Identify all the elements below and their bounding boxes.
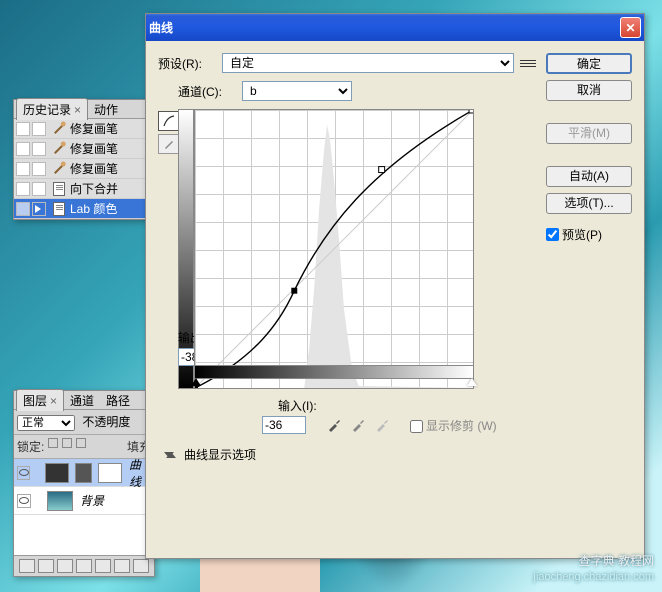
white-point-slider[interactable] — [467, 378, 477, 386]
panel-tabs: 历史记录× 动作 — [14, 100, 154, 119]
lock-pixels-icon[interactable] — [62, 438, 72, 448]
lock-label: 锁定: — [17, 438, 44, 455]
history-item-label: 向下合并 — [70, 180, 118, 197]
new-layer-icon[interactable] — [114, 559, 130, 573]
channel-select[interactable]: b — [242, 81, 352, 101]
preview-checkbox[interactable]: 预览(P) — [546, 226, 632, 243]
curve-tool-button[interactable] — [158, 111, 180, 131]
options-button[interactable]: 选项(T)... — [546, 193, 632, 214]
ok-button[interactable]: 确定 — [546, 53, 632, 74]
watermark: 查字典 教程网 jiaocheng.chazidian.com — [534, 554, 654, 584]
mask-thumb — [98, 463, 122, 483]
healing-brush-icon — [51, 121, 67, 137]
opacity-label: 不透明度 — [82, 415, 130, 429]
tab-channels[interactable]: 通道 — [64, 390, 100, 411]
mask-icon[interactable] — [57, 559, 73, 573]
fx-icon[interactable] — [38, 559, 54, 573]
link-icon[interactable] — [19, 559, 35, 573]
history-item[interactable]: 修复画笔 — [14, 159, 154, 179]
tab-paths[interactable]: 路径 — [100, 390, 136, 411]
history-item[interactable]: 向下合并 — [14, 179, 154, 199]
tab-history[interactable]: 历史记录× — [16, 98, 88, 120]
folder-icon[interactable] — [95, 559, 111, 573]
layer-name: 背景 — [80, 492, 104, 509]
layer-thumb — [47, 491, 73, 511]
curves-dialog: 曲线 ✕ 预设(R): 自定 通道(C): b — [145, 13, 645, 559]
document-icon — [51, 201, 67, 217]
history-item-label: 修复画笔 — [70, 140, 118, 157]
tab-layers[interactable]: 图层× — [16, 389, 64, 411]
history-item-label: Lab 颜色 — [70, 200, 117, 217]
gray-eyedropper-icon[interactable] — [350, 417, 366, 433]
preset-select[interactable]: 自定 — [222, 53, 514, 73]
display-options-toggle[interactable]: 曲线显示选项 — [164, 446, 536, 463]
layers-panel: 图层× 通道 路径 正常 不透明度 锁定: 填充 曲线 背景 — [13, 390, 155, 577]
auto-button[interactable]: 自动(A) — [546, 166, 632, 187]
show-clipping-checkbox[interactable]: 显示修剪 (W) — [410, 417, 497, 434]
adjustment-icon — [45, 463, 69, 483]
smooth-button[interactable]: 平滑(M) — [546, 123, 632, 144]
history-list: 修复画笔 修复画笔 修复画笔 向下合并 Lab 颜色 — [14, 119, 154, 219]
pencil-tool-button[interactable] — [158, 134, 180, 154]
history-panel: 历史记录× 动作 修复画笔 修复画笔 修复画笔 向下合并 Lab 颜色 — [13, 99, 155, 220]
blend-mode-row: 正常 不透明度 — [14, 410, 154, 435]
layer-item[interactable]: 曲线 — [14, 459, 154, 487]
panel-tabs: 图层× 通道 路径 — [14, 391, 154, 410]
adjustment-icon[interactable] — [76, 559, 92, 573]
lock-transparency-icon[interactable] — [48, 438, 58, 448]
curves-chart[interactable] — [194, 109, 474, 389]
trash-icon[interactable] — [133, 559, 149, 573]
black-point-slider[interactable] — [191, 378, 201, 386]
close-button[interactable]: ✕ — [620, 17, 641, 38]
tab-actions[interactable]: 动作 — [88, 99, 124, 120]
input-gradient[interactable] — [194, 365, 474, 379]
history-item[interactable]: 修复画笔 — [14, 139, 154, 159]
close-icon[interactable]: × — [74, 103, 81, 117]
layer-thumb — [75, 463, 92, 483]
history-item[interactable]: Lab 颜色 — [14, 199, 154, 219]
channel-label: 通道(C): — [178, 83, 242, 100]
white-eyedropper-icon[interactable] — [374, 417, 390, 433]
close-icon[interactable]: × — [50, 394, 57, 408]
layer-item[interactable]: 背景 — [14, 487, 154, 515]
history-item[interactable]: 修复画笔 — [14, 119, 154, 139]
history-item-label: 修复画笔 — [70, 160, 118, 177]
input-label: 输入(I): — [278, 397, 317, 414]
input-field[interactable] — [262, 416, 306, 434]
cancel-button[interactable]: 取消 — [546, 80, 632, 101]
titlebar[interactable]: 曲线 ✕ — [146, 14, 644, 41]
tab-label: 历史记录 — [23, 103, 71, 117]
dialog-title: 曲线 — [149, 19, 173, 36]
preset-label: 预设(R): — [158, 55, 222, 72]
visibility-icon[interactable] — [17, 466, 30, 480]
healing-brush-icon — [51, 141, 67, 157]
visibility-icon[interactable] — [17, 494, 31, 508]
blend-mode-select[interactable]: 正常 — [17, 415, 75, 431]
preset-menu-icon[interactable] — [520, 56, 536, 70]
layer-list: 曲线 背景 — [14, 459, 154, 555]
history-item-label: 修复画笔 — [70, 120, 118, 137]
layers-footer — [14, 555, 154, 576]
black-eyedropper-icon[interactable] — [326, 417, 342, 433]
document-icon — [51, 181, 67, 197]
lock-position-icon[interactable] — [76, 438, 86, 448]
healing-brush-icon — [51, 161, 67, 177]
